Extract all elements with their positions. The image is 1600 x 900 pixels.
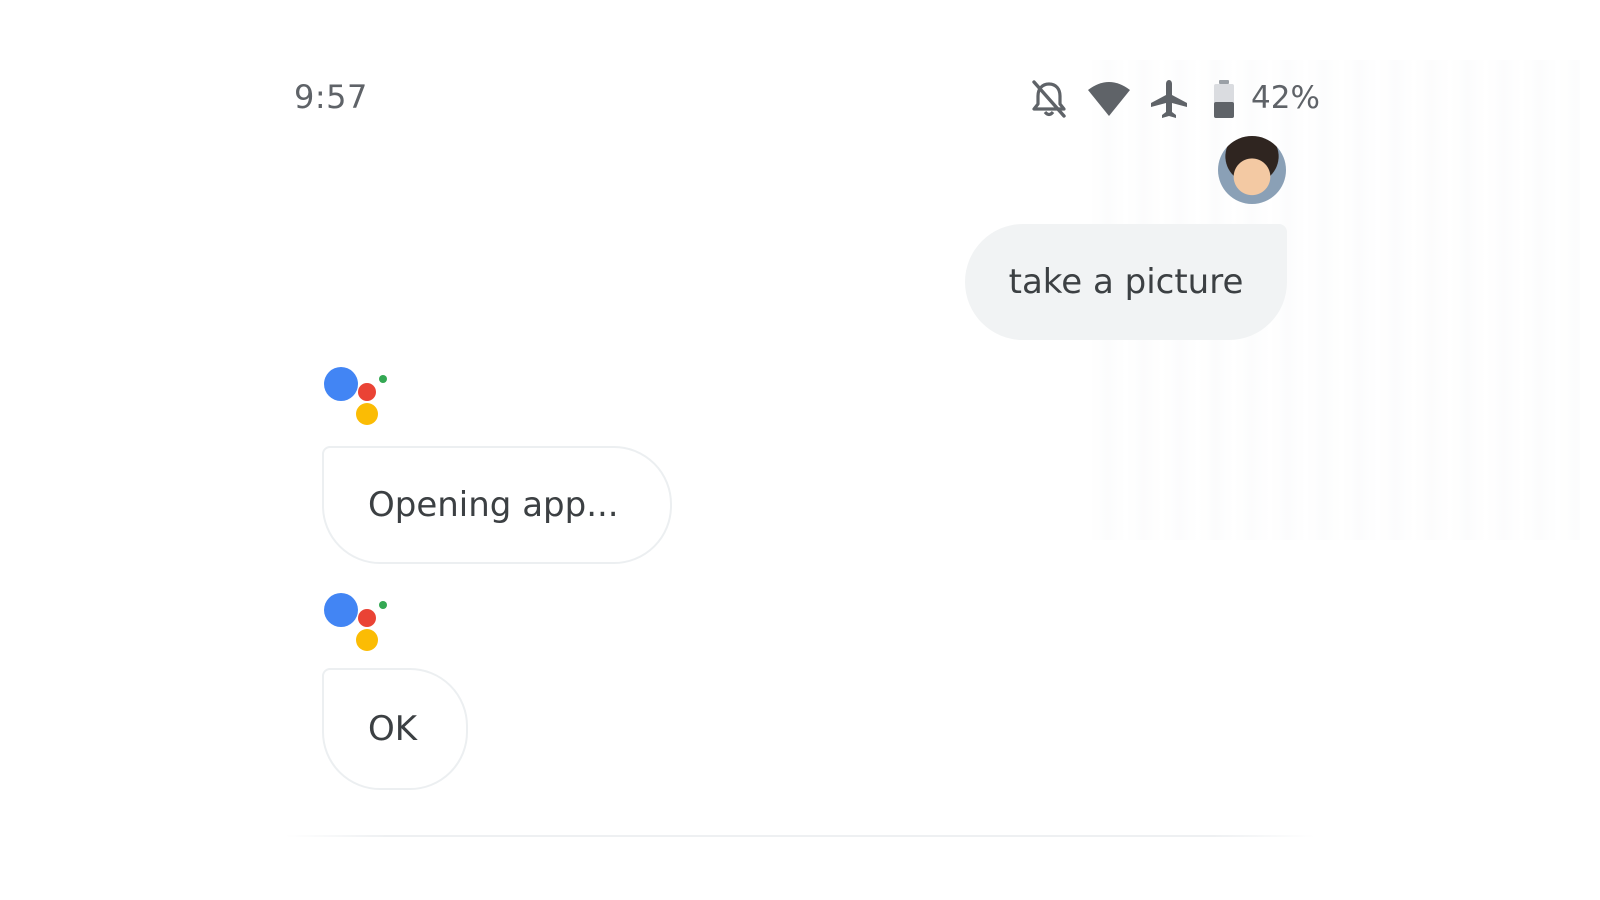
assistant-message-text: Opening app... <box>368 485 619 525</box>
assistant-message-bubble: Opening app... <box>322 446 672 564</box>
assistant-logo-icon <box>322 591 392 651</box>
airplane-mode-icon <box>1148 78 1190 122</box>
assistant-message-text: OK <box>368 709 418 749</box>
notifications-off-icon <box>1030 78 1068 122</box>
user-message-text: take a picture <box>1008 262 1244 302</box>
user-avatar[interactable] <box>1218 136 1286 204</box>
battery-icon <box>1210 78 1238 122</box>
status-icons: 42% <box>1030 78 1320 122</box>
wifi-icon <box>1086 78 1132 122</box>
assistant-message-bubble: OK <box>322 668 468 790</box>
battery-percentage: 42% <box>1251 80 1320 116</box>
user-message-bubble: take a picture <box>965 224 1287 340</box>
assistant-logo-icon <box>322 365 392 425</box>
divider <box>285 835 1315 837</box>
status-bar: 9:57 42% <box>0 0 1600 140</box>
status-time: 9:57 <box>294 78 368 116</box>
